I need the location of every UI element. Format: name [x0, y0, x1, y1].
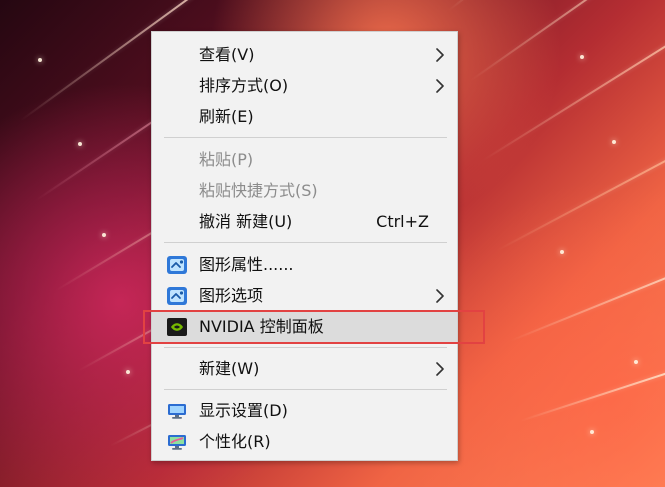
menu-item-refresh-label: 刷新(E)	[199, 107, 254, 126]
chevron-right-icon	[436, 362, 444, 376]
wallpaper-spark	[78, 142, 82, 146]
chevron-right-icon	[436, 289, 444, 303]
menu-item-undo-new-shortcut: Ctrl+Z	[376, 212, 429, 231]
wallpaper-streak	[519, 370, 665, 422]
wallpaper-streak	[509, 268, 665, 342]
menu-item-sort-by-label: 排序方式(O)	[199, 76, 289, 95]
personalize-icon	[168, 435, 186, 450]
wallpaper-spark	[38, 58, 42, 62]
wallpaper-spark	[126, 370, 130, 374]
menu-item-undo-new-label: 撤消 新建(U)	[199, 212, 293, 231]
menu-item-nvidia-control-panel-label: NVIDIA 控制面板	[199, 317, 324, 336]
wallpaper-spark	[634, 360, 638, 364]
menu-item-paste[interactable]: 粘贴(P)	[152, 144, 457, 175]
menu-item-new[interactable]: 新建(W)	[152, 353, 457, 384]
nvidia-icon	[167, 318, 187, 336]
menu-item-graphics-options[interactable]: 图形选项	[152, 280, 457, 311]
menu-item-personalize[interactable]: 个性化(R)	[152, 426, 457, 457]
menu-item-view[interactable]: 查看(V)	[152, 39, 457, 70]
chevron-right-icon	[436, 79, 444, 93]
menu-item-refresh[interactable]: 刷新(E)	[152, 101, 457, 132]
menu-item-display-settings[interactable]: 显示设置(D)	[152, 395, 457, 426]
menu-item-personalize-label: 个性化(R)	[199, 432, 271, 451]
menu-item-new-label: 新建(W)	[199, 359, 260, 378]
menu-separator	[164, 137, 447, 138]
menu-item-display-settings-label: 显示设置(D)	[199, 401, 288, 420]
wallpaper-spark	[580, 55, 584, 59]
menu-item-paste-shortcut[interactable]: 粘贴快捷方式(S)	[152, 175, 457, 206]
menu-item-graphics-properties[interactable]: 图形属性......	[152, 249, 457, 280]
menu-item-view-label: 查看(V)	[199, 45, 255, 64]
wallpaper-streak	[481, 38, 665, 162]
menu-item-graphics-options-label: 图形选项	[199, 286, 264, 305]
wallpaper-streak	[469, 0, 651, 82]
intel-graphics-icon	[167, 287, 187, 305]
menu-separator	[164, 347, 447, 348]
menu-item-paste-shortcut-label: 粘贴快捷方式(S)	[199, 181, 318, 200]
wallpaper-spark	[560, 250, 564, 254]
menu-item-graphics-properties-label: 图形属性......	[199, 255, 294, 274]
wallpaper-spark	[102, 233, 106, 237]
menu-item-sort-by[interactable]: 排序方式(O)	[152, 70, 457, 101]
wallpaper-spark	[612, 140, 616, 144]
menu-item-paste-label: 粘贴(P)	[199, 150, 254, 169]
chevron-right-icon	[436, 48, 444, 62]
wallpaper-streak	[495, 146, 665, 252]
menu-item-nvidia-control-panel[interactable]: NVIDIA 控制面板	[152, 311, 457, 342]
wallpaper-spark	[590, 430, 594, 434]
menu-item-undo-new[interactable]: 撤消 新建(U) Ctrl+Z	[152, 206, 457, 237]
menu-separator	[164, 242, 447, 243]
display-settings-icon	[168, 404, 186, 419]
desktop-context-menu: 查看(V) 排序方式(O) 刷新(E) 粘贴(P) 粘贴快捷方式(S) 撤消 新…	[151, 31, 458, 461]
intel-graphics-icon	[167, 256, 187, 274]
menu-separator	[164, 389, 447, 390]
